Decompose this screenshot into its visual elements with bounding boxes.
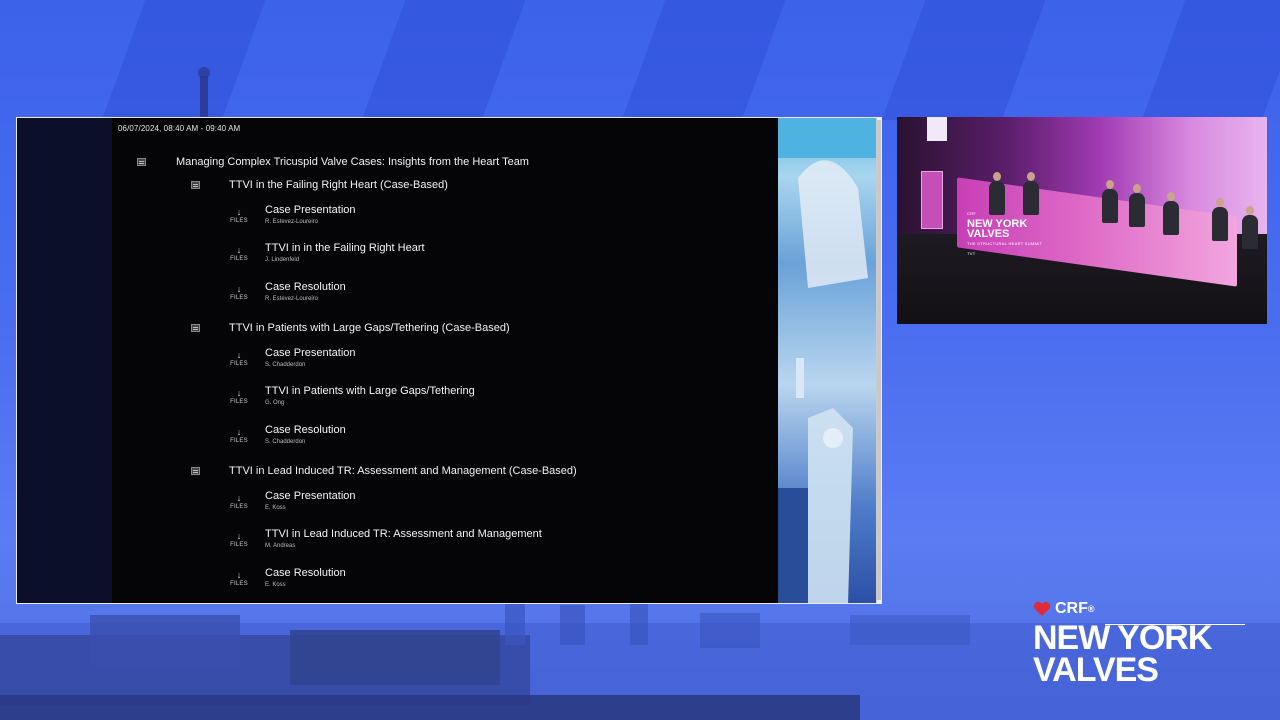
talk-title: Case Presentation xyxy=(265,204,356,216)
arrow-down-icon: ↓ xyxy=(236,245,242,255)
talk-speaker: S. Chadderdon xyxy=(265,439,306,445)
panelist-head xyxy=(1216,198,1224,207)
panelist xyxy=(1129,193,1145,227)
panelist xyxy=(989,181,1005,215)
panelist-head xyxy=(1027,172,1035,181)
arrow-down-icon: ↓ xyxy=(236,350,242,360)
arrow-down-icon: ↓ xyxy=(236,388,242,398)
scrollbar-thumb[interactable] xyxy=(877,120,881,600)
talk-title: TTVI in in the Failing Right Heart xyxy=(265,242,425,254)
panelist-head xyxy=(1246,206,1254,215)
arrow-down-icon: ↓ xyxy=(236,284,242,294)
talk-item[interactable]: ↓ FILES TTVI in in the Failing Right Hea… xyxy=(228,242,748,276)
statue-torch-silhouette xyxy=(198,67,210,118)
session-header[interactable]: Managing Complex Tricuspid Valve Cases: … xyxy=(137,156,529,168)
panelist xyxy=(1163,201,1179,235)
files-download-button[interactable]: ↓ FILES xyxy=(228,350,250,368)
talk-speaker: G. Ong xyxy=(265,400,285,406)
slide-left-strip xyxy=(17,118,112,603)
arrow-down-icon: ↓ xyxy=(236,493,242,503)
talk-group-1[interactable]: TTVI in the Failing Right Heart (Case-Ba… xyxy=(191,179,448,191)
group-title: TTVI in Lead Induced TR: Assessment and … xyxy=(229,465,577,477)
talk-title: TTVI in Lead Induced TR: Assessment and … xyxy=(265,528,542,540)
background-stripes xyxy=(0,0,1280,120)
talk-item[interactable]: ↓ FILES TTVI in Lead Induced TR: Assessm… xyxy=(228,528,748,562)
talk-group-2[interactable]: TTVI in Patients with Large Gaps/Tetheri… xyxy=(191,322,510,334)
talk-item[interactable]: ↓ FILES Case Resolution S. Chadderdon xyxy=(228,424,748,458)
talk-item[interactable]: ↓ FILES Case Resolution E. Koss xyxy=(228,567,748,601)
talk-group-3[interactable]: TTVI in Lead Induced TR: Assessment and … xyxy=(191,465,577,477)
heart-icon xyxy=(1033,601,1051,616)
collapse-icon[interactable] xyxy=(191,467,200,475)
logo-line-2: VALVES xyxy=(1033,651,1159,689)
logo-divider xyxy=(1105,624,1245,625)
files-download-button[interactable]: ↓ FILES xyxy=(228,284,250,302)
talk-title: Case Resolution xyxy=(265,567,346,579)
panelist-head xyxy=(1106,180,1114,189)
talk-title: TTVI in Patients with Large Gaps/Tetheri… xyxy=(265,385,475,397)
files-download-button[interactable]: ↓ FILES xyxy=(228,388,250,406)
files-download-button[interactable]: ↓ FILES xyxy=(228,427,250,445)
table-banner: CRF NEW YORK VALVES THE STRUCTURAL HEART… xyxy=(967,211,1043,256)
talk-item[interactable]: ↓ FILES Case Presentation S. Chadderdon xyxy=(228,347,748,381)
talk-title: Case Resolution xyxy=(265,281,346,293)
talk-speaker: E. Koss xyxy=(265,505,286,511)
files-download-button[interactable]: ↓ FILES xyxy=(228,570,250,588)
panelist-head xyxy=(993,172,1001,181)
files-download-button[interactable]: ↓ FILES xyxy=(228,493,250,511)
live-video-feed: CRF NEW YORK VALVES THE STRUCTURAL HEART… xyxy=(897,117,1267,324)
talk-speaker: R. Estevez-Loureiro xyxy=(265,296,319,302)
collapse-icon[interactable] xyxy=(191,324,200,332)
panelist-head xyxy=(1167,192,1175,201)
statue-of-liberty-art xyxy=(778,118,876,603)
talk-title: Case Resolution xyxy=(265,424,346,436)
collapse-icon[interactable] xyxy=(137,158,146,166)
panelist xyxy=(1212,207,1228,241)
panelist-head xyxy=(1133,184,1141,193)
talk-title: Case Presentation xyxy=(265,347,356,359)
session-datetime: 06/07/2024, 08:40 AM - 09:40 AM xyxy=(118,124,241,133)
arrow-down-icon: ↓ xyxy=(236,427,242,437)
arrow-down-icon: ↓ xyxy=(236,207,242,217)
arrow-down-icon: ↓ xyxy=(236,570,242,580)
video-background-screen xyxy=(927,117,947,141)
podium xyxy=(921,171,943,229)
talk-item[interactable]: ↓ FILES TTVI in Patients with Large Gaps… xyxy=(228,385,748,419)
talk-speaker: S. Chadderdon xyxy=(265,362,306,368)
files-download-button[interactable]: ↓ FILES xyxy=(228,207,250,225)
panelist xyxy=(1023,181,1039,215)
crf-new-york-valves-logo: CRF ® NEW YORK VALVES xyxy=(1033,600,1253,689)
group-title: TTVI in Patients with Large Gaps/Tetheri… xyxy=(229,322,510,334)
collapse-icon[interactable] xyxy=(191,181,200,189)
session-title: Managing Complex Tricuspid Valve Cases: … xyxy=(176,156,529,168)
crf-brand: CRF ® xyxy=(1033,600,1253,618)
liberty-statue-image xyxy=(778,118,876,603)
group-title: TTVI in the Failing Right Heart (Case-Ba… xyxy=(229,179,448,191)
talk-speaker: M. Andreas xyxy=(265,543,296,549)
panelist xyxy=(1102,189,1118,223)
program-schedule-panel: 06/07/2024, 08:40 AM - 09:40 AM Managing… xyxy=(16,117,882,604)
talk-speaker: R. Estevez-Loureiro xyxy=(265,219,319,225)
logo-line-1: NEW YORK xyxy=(1033,619,1212,657)
talk-speaker: E. Koss xyxy=(265,582,286,588)
talk-item[interactable]: ↓ FILES Case Presentation E. Koss xyxy=(228,490,748,524)
talk-speaker: J. Lindenfeld xyxy=(265,257,300,263)
panelist xyxy=(1242,215,1258,249)
talk-item[interactable]: ↓ FILES Case Resolution R. Estevez-Loure… xyxy=(228,281,748,315)
arrow-down-icon: ↓ xyxy=(236,531,242,541)
files-download-button[interactable]: ↓ FILES xyxy=(228,531,250,549)
talk-item[interactable]: ↓ FILES Case Presentation R. Estevez-Lou… xyxy=(228,204,748,238)
files-download-button[interactable]: ↓ FILES xyxy=(228,245,250,263)
talk-title: Case Presentation xyxy=(265,490,356,502)
